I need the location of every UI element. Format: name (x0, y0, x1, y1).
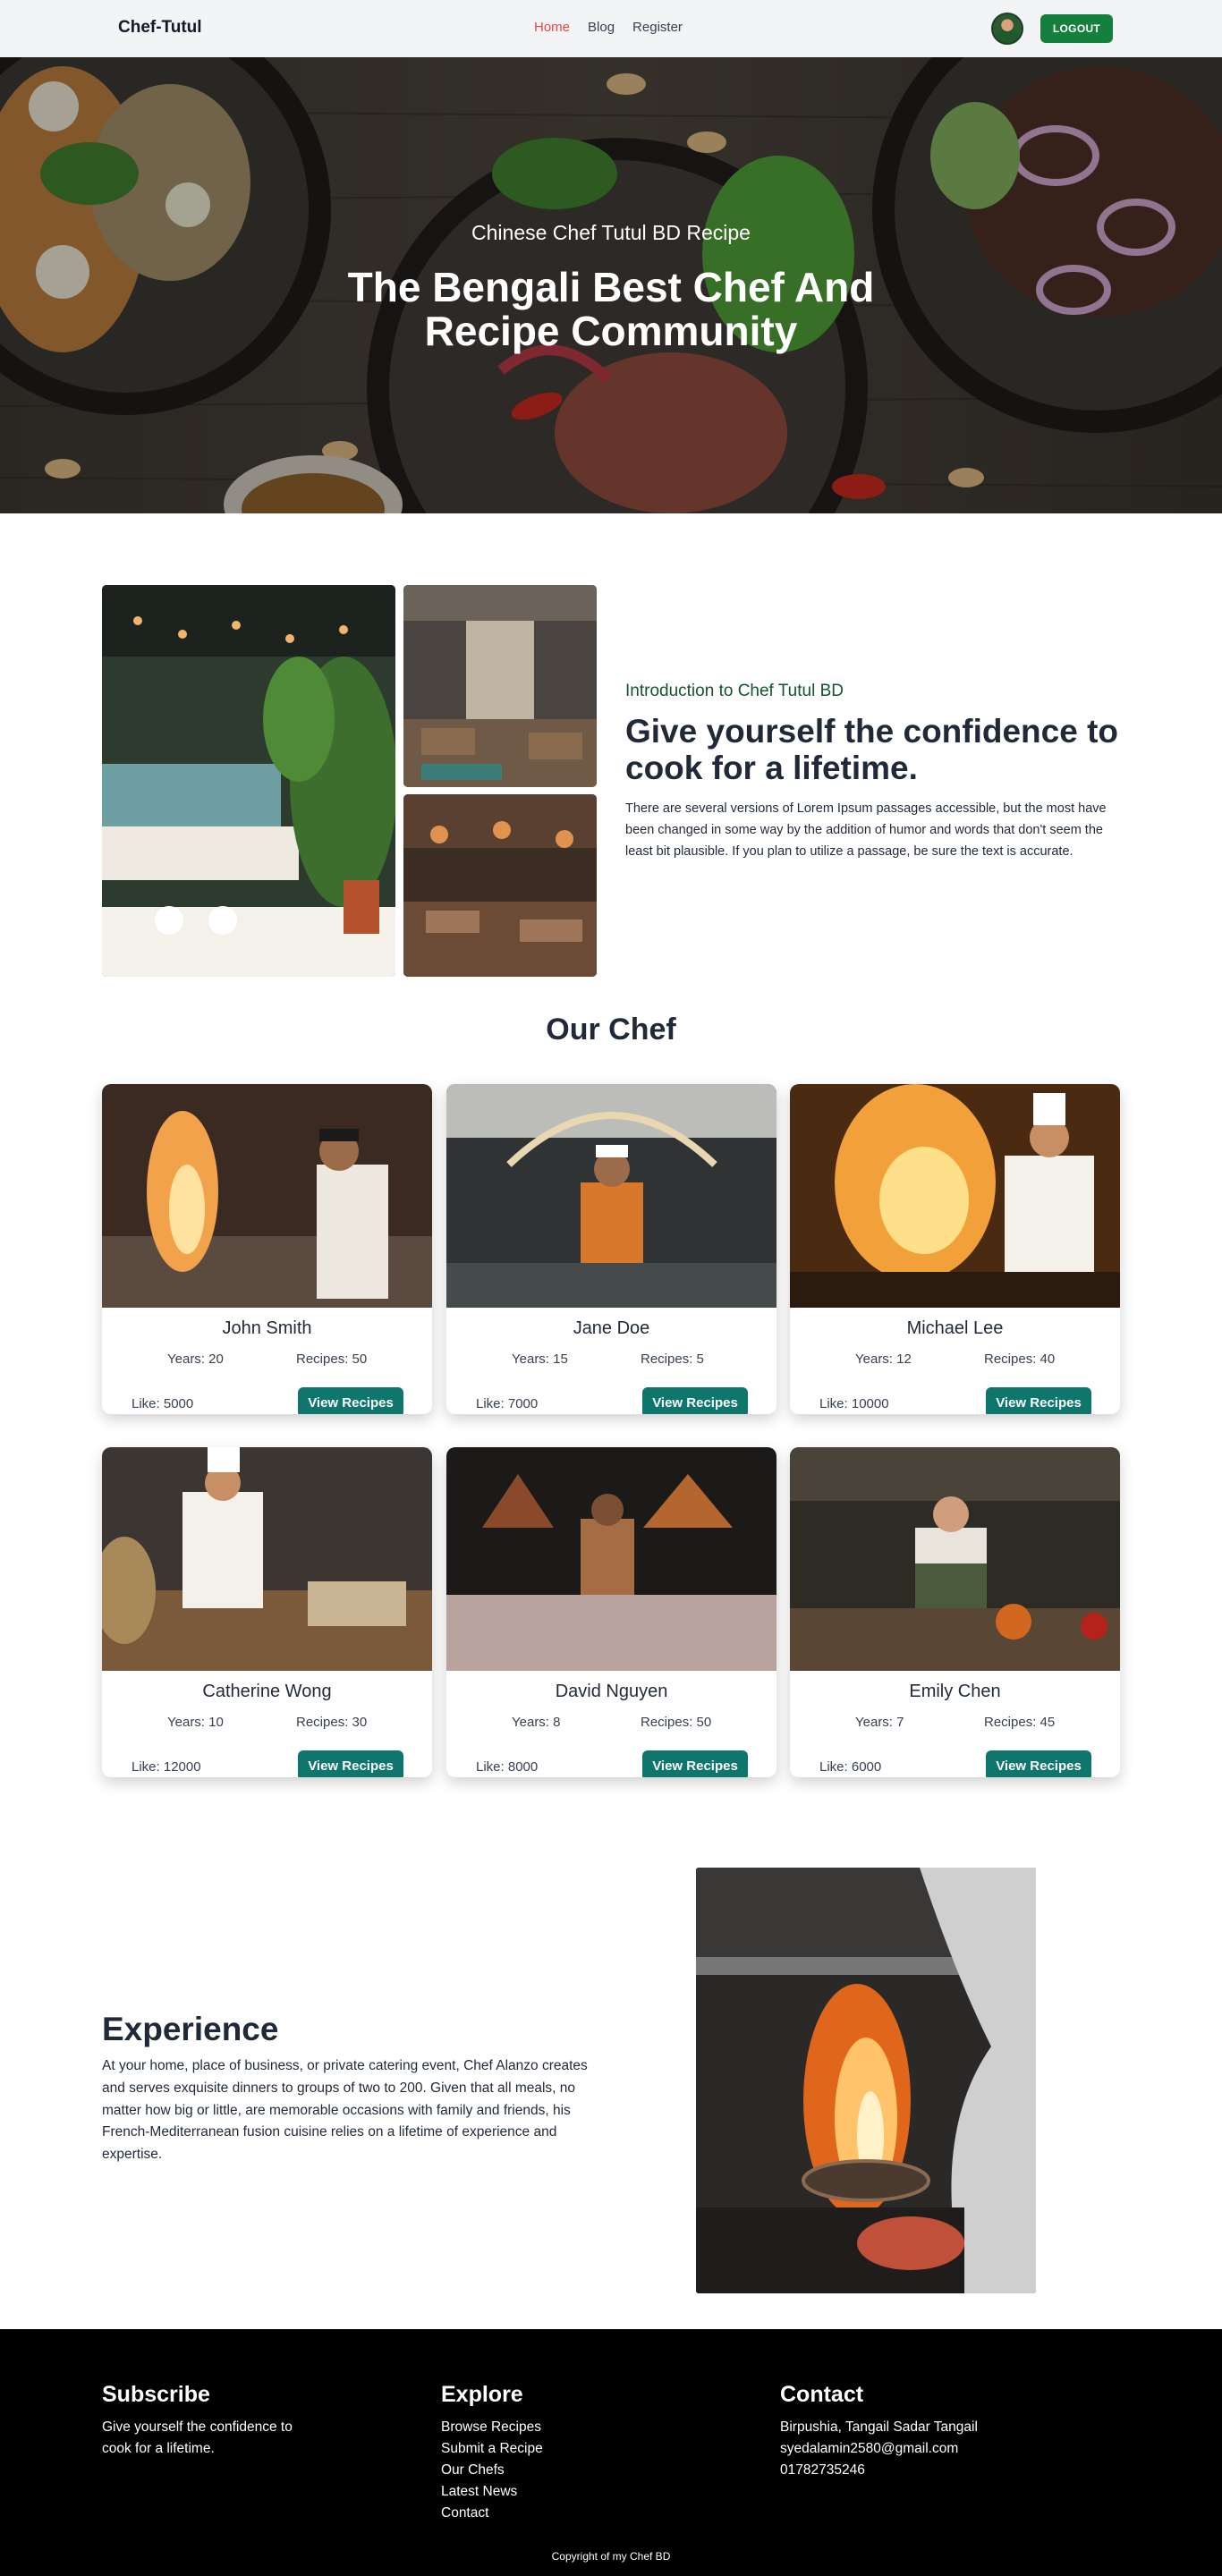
navbar: Chef-Tutul Home Blog Register LOGOUT (0, 0, 1222, 57)
experience-title: Experience (102, 2011, 279, 2047)
chef-years: Years: 8 (512, 1715, 561, 1730)
footer-link-browse-recipes[interactable]: Browse Recipes (441, 2417, 543, 2438)
chef-likes: Like: 5000 (132, 1396, 194, 1411)
chef-name: John Smith (222, 1318, 312, 1338)
view-recipes-button[interactable]: View Recipes (986, 1750, 1091, 1777)
chef-recipes: Recipes: 5 (641, 1352, 704, 1367)
main-nav: Home Blog Register (534, 20, 683, 35)
chef-years: Years: 12 (855, 1352, 912, 1367)
our-chef-title: Our Chef (546, 1013, 676, 1046)
user-avatar[interactable] (991, 13, 1023, 45)
restaurant-interior-image (102, 585, 395, 977)
footer-explore-title: Explore (441, 2382, 523, 2407)
footer-link-contact[interactable]: Contact (441, 2503, 543, 2524)
chef-card: Jane Doe Years: 15 Recipes: 5 Like: 7000… (446, 1084, 776, 1414)
chef-card: Michael Lee Years: 12 Recipes: 40 Like: … (790, 1084, 1120, 1414)
experience-description: At your home, place of business, or priv… (102, 2058, 588, 2163)
chef-card: Catherine Wong Years: 10 Recipes: 30 Lik… (102, 1447, 432, 1777)
footer: Subscribe Give yourself the confidence t… (0, 2329, 1222, 2576)
chef-photo (102, 1084, 432, 1308)
chef-photo (446, 1447, 776, 1671)
chef-card: John Smith Years: 20 Recipes: 50 Like: 5… (102, 1084, 432, 1414)
intro-kicker: Introduction to Chef Tutul BD (625, 682, 844, 700)
brand-logo[interactable]: Chef-Tutul (118, 18, 202, 38)
footer-link-latest-news[interactable]: Latest News (441, 2481, 543, 2503)
view-recipes-button[interactable]: View Recipes (642, 1387, 748, 1414)
hero-title: The Bengali Best Chef And Recipe Communi… (347, 264, 875, 355)
chef-recipes: Recipes: 50 (641, 1715, 712, 1730)
restaurant-hall-image (403, 585, 597, 787)
chef-flambe-image (696, 1868, 1036, 2293)
chef-likes: Like: 8000 (476, 1759, 539, 1775)
chef-likes: Like: 10000 (819, 1396, 889, 1411)
footer-contact-info: Birpushia, Tangail Sadar Tangail syedala… (780, 2417, 978, 2481)
chef-likes: Like: 12000 (132, 1759, 201, 1775)
footer-contact-title: Contact (780, 2382, 864, 2407)
footer-subscribe-title: Subscribe (102, 2382, 210, 2407)
footer-email: syedalamin2580@gmail.com (780, 2441, 959, 2457)
hero-banner: Chinese Chef Tutul BD Recipe The Bengali… (0, 57, 1222, 513)
intro-title: Give yourself the confidence to cook for… (625, 713, 1119, 786)
footer-subscribe-text: Give yourself the confidence to cook for… (102, 2419, 293, 2457)
chef-photo (790, 1084, 1120, 1308)
chef-recipes: Recipes: 30 (296, 1715, 368, 1730)
chef-name: David Nguyen (555, 1682, 668, 1701)
chef-recipes: Recipes: 40 (984, 1352, 1056, 1367)
footer-link-submit-recipe[interactable]: Submit a Recipe (441, 2438, 543, 2460)
copyright: Copyright of my Chef BD (551, 2550, 671, 2563)
chef-name: Jane Doe (573, 1318, 650, 1338)
view-recipes-button[interactable]: View Recipes (642, 1750, 748, 1777)
chef-photo (790, 1447, 1120, 1671)
view-recipes-button[interactable]: View Recipes (298, 1387, 403, 1414)
chef-years: Years: 7 (855, 1715, 904, 1730)
chef-name: Emily Chen (909, 1682, 1001, 1701)
logout-button[interactable]: LOGOUT (1040, 14, 1113, 43)
footer-link-our-chefs[interactable]: Our Chefs (441, 2460, 543, 2481)
footer-explore-links: Browse Recipes Submit a Recipe Our Chefs… (441, 2417, 543, 2524)
chef-card: David Nguyen Years: 8 Recipes: 50 Like: … (446, 1447, 776, 1777)
intro-description: There are several versions of Lorem Ipsu… (625, 801, 1107, 859)
chef-card: Emily Chen Years: 7 Recipes: 45 Like: 60… (790, 1447, 1120, 1777)
view-recipes-button[interactable]: View Recipes (986, 1387, 1091, 1414)
chef-likes: Like: 7000 (476, 1396, 539, 1411)
chef-photo (102, 1447, 432, 1671)
chef-years: Years: 15 (512, 1352, 568, 1367)
chef-recipes: Recipes: 45 (984, 1715, 1056, 1730)
chef-years: Years: 20 (167, 1352, 224, 1367)
nav-link-home[interactable]: Home (534, 20, 570, 35)
chef-years: Years: 10 (167, 1715, 224, 1730)
chef-name: Catherine Wong (202, 1682, 332, 1701)
footer-phone: 01782735246 (780, 2462, 865, 2479)
view-recipes-button[interactable]: View Recipes (298, 1750, 403, 1777)
nav-link-blog[interactable]: Blog (588, 20, 615, 35)
hero-subtitle: Chinese Chef Tutul BD Recipe (471, 221, 751, 244)
chef-likes: Like: 6000 (819, 1759, 882, 1775)
chef-name: Michael Lee (906, 1318, 1004, 1338)
footer-address: Birpushia, Tangail Sadar Tangail (780, 2419, 978, 2435)
chef-recipes: Recipes: 50 (296, 1352, 368, 1367)
restaurant-dining-image (403, 794, 597, 977)
chef-photo (446, 1084, 776, 1308)
nav-link-register[interactable]: Register (632, 20, 683, 35)
